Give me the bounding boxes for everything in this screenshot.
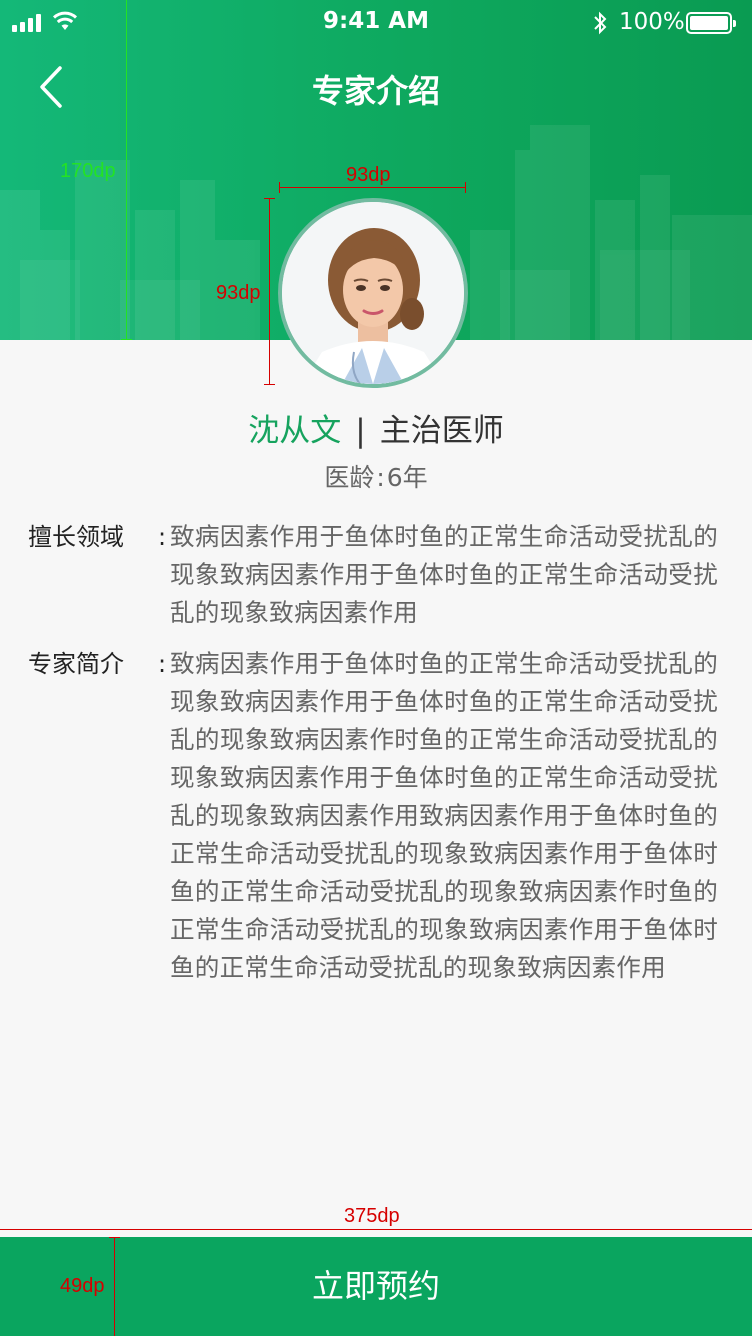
experience-value: 6年 [386, 463, 428, 492]
avatar-width-guide [279, 187, 465, 188]
avatar-height-guide-cap-bottom [264, 384, 275, 385]
doctor-name-line: 沈从文 | 主治医师 [0, 405, 752, 450]
button-height-guide-cap [109, 1237, 120, 1238]
doctor-profile-screen: 9:41 AM 100% 专家介绍 170dp 93dp 93dp 沈从文 | … [0, 0, 752, 1336]
doctor-avatar [278, 198, 468, 388]
doctor-portrait-image [282, 202, 464, 384]
screen-width-guide [0, 1229, 752, 1230]
intro-section: 专家简介 : 致病因素作用于鱼体时鱼的正常生命活动受扰乱的现象致病因素作用于鱼体… [28, 645, 718, 987]
specialty-label: 擅长领域 [28, 523, 124, 551]
status-bar: 9:41 AM 100% [0, 0, 752, 46]
experience-line: 医龄:6年 [0, 458, 752, 494]
avatar-height-guide-cap-top [264, 198, 275, 199]
book-appointment-button[interactable]: 立即预约 [0, 1237, 752, 1336]
avatar-width-annotation: 93dp [346, 164, 391, 186]
intro-label: 专家简介 [28, 650, 124, 678]
intro-colon: : [157, 650, 167, 678]
intro-text: 致病因素作用于鱼体时鱼的正常生命活动受扰乱的现象致病因素作用于鱼体时鱼的正常生命… [170, 649, 718, 982]
name-separator: | [355, 413, 366, 449]
page-title: 专家介绍 [311, 72, 440, 110]
doctor-title: 主治医师 [379, 413, 504, 449]
header-height-annotation: 170dp [60, 160, 116, 182]
header-height-guide [126, 0, 127, 340]
specialty-text: 致病因素作用于鱼体时鱼的正常生命活动受扰乱的现象致病因素作用于鱼体时鱼的正常生命… [170, 522, 718, 627]
header-height-guide-cap [121, 339, 132, 340]
avatar-height-annotation: 93dp [216, 282, 261, 304]
button-height-annotation: 49dp [60, 1275, 105, 1297]
avatar-width-guide-cap-left [279, 182, 280, 193]
avatar-width-guide-cap-right [465, 182, 466, 193]
doctor-name: 沈从文 [248, 413, 342, 449]
screen-width-annotation: 375dp [344, 1205, 400, 1227]
bluetooth-icon [594, 11, 607, 35]
specialty-colon: : [157, 523, 167, 551]
specialty-section: 擅长领域 : 致病因素作用于鱼体时鱼的正常生命活动受扰乱的现象致病因素作用于鱼体… [28, 518, 718, 632]
experience-colon: : [376, 463, 385, 492]
avatar-height-guide [269, 198, 270, 384]
battery-percentage: 100% [619, 9, 685, 35]
button-height-guide [114, 1237, 115, 1336]
battery-icon [686, 12, 736, 34]
experience-label: 医龄 [324, 463, 375, 492]
